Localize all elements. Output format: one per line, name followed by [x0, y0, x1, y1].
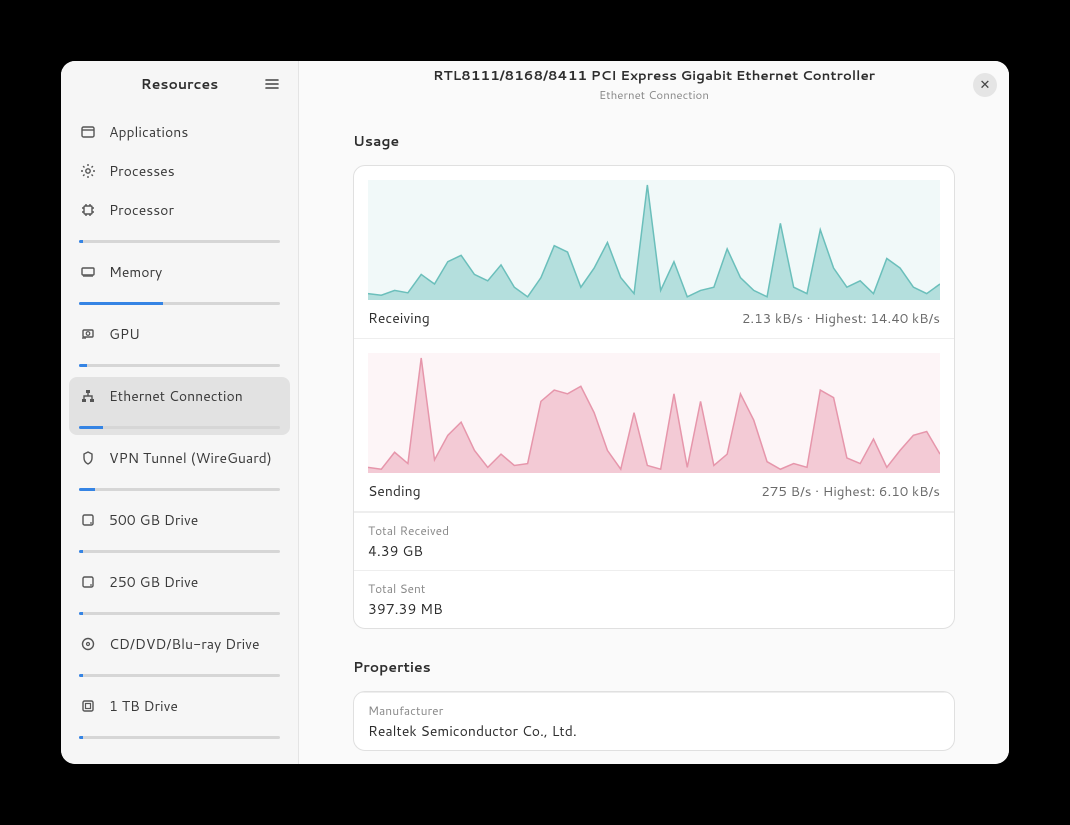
- memory-icon: [79, 263, 97, 281]
- sidebar-items: Applications Processes Processor Memory GPU E…: [61, 107, 298, 755]
- usage-bar: [79, 550, 280, 553]
- properties-heading: Properties: [353, 657, 955, 677]
- usage-bar: [79, 364, 280, 367]
- main-content[interactable]: Usage Receiving 2.13 kB/s · Highest: 14.…: [299, 107, 1009, 764]
- sidebar-item-label: CD/DVD/Blu-ray Drive: [109, 634, 259, 654]
- vpn-icon: [79, 449, 97, 467]
- sidebar-item-applications[interactable]: Applications: [69, 113, 290, 148]
- total-sent-value: 397.39 MB: [368, 599, 940, 619]
- disc-icon: [79, 635, 97, 653]
- sidebar-item-cd-dvd-blu-ray-drive[interactable]: CD/DVD/Blu-ray Drive: [69, 625, 290, 683]
- sending-chart: [368, 353, 940, 473]
- total-sent-label: Total Sent: [368, 580, 940, 597]
- total-received-row: Total Received 4.39 GB: [354, 512, 954, 570]
- main-header: RTL8111/8168/8411 PCI Express Gigabit Et…: [299, 61, 1009, 107]
- total-received-label: Total Received: [368, 522, 940, 539]
- sidebar-item-250-gb-drive[interactable]: 250 GB Drive: [69, 563, 290, 621]
- receiving-stats: 2.13 kB/s · Highest: 14.40 kB/s: [742, 309, 940, 328]
- usage-bar: [79, 426, 280, 429]
- chip-icon: [79, 201, 97, 219]
- network-icon: [79, 387, 97, 405]
- sidebar-item-label: Processes: [109, 161, 175, 181]
- sending-block: Sending 275 B/s · Highest: 6.10 kB/s: [354, 339, 954, 512]
- sidebar-item-label: GPU: [109, 324, 140, 344]
- sidebar-item-label: 1 TB Drive: [109, 696, 178, 716]
- sidebar-item-processor[interactable]: Processor: [69, 191, 290, 249]
- manufacturer-value: Realtek Semiconductor Co., Ltd.: [368, 721, 940, 741]
- usage-bar: [79, 302, 280, 305]
- app-window: Resources Applications Processes Processor…: [61, 61, 1009, 764]
- sidebar-item-label: Ethernet Connection: [109, 386, 243, 406]
- receiving-block: Receiving 2.13 kB/s · Highest: 14.40 kB/…: [354, 166, 954, 339]
- usage-card: Receiving 2.13 kB/s · Highest: 14.40 kB/…: [353, 165, 955, 629]
- sidebar-item-label: Applications: [109, 122, 188, 142]
- total-sent-row: Total Sent 397.39 MB: [354, 570, 954, 628]
- sidebar-item-label: Memory: [109, 262, 162, 282]
- menu-button[interactable]: [258, 70, 286, 98]
- sidebar-item-500-gb-drive[interactable]: 500 GB Drive: [69, 501, 290, 559]
- sidebar-item-1-tb-drive[interactable]: 1 TB Drive: [69, 687, 290, 745]
- sidebar-item-memory[interactable]: Memory: [69, 253, 290, 311]
- window-icon: [79, 123, 97, 141]
- main: RTL8111/8168/8411 PCI Express Gigabit Et…: [299, 61, 1009, 764]
- sidebar-item-vpn-tunnel-wireguard-[interactable]: VPN Tunnel (WireGuard): [69, 439, 290, 497]
- manufacturer-label: Manufacturer: [368, 702, 940, 719]
- gpu-icon: [79, 325, 97, 343]
- close-button[interactable]: ✕: [973, 73, 997, 97]
- sidebar-item-label: 250 GB Drive: [109, 572, 198, 592]
- sending-stats: 275 B/s · Highest: 6.10 kB/s: [761, 482, 940, 501]
- usage-bar: [79, 736, 280, 739]
- page-subtitle: Ethernet Connection: [599, 86, 709, 103]
- gear-icon: [79, 162, 97, 180]
- sidebar-item-ethernet-connection[interactable]: Ethernet Connection: [69, 377, 290, 435]
- usage-bar: [79, 240, 280, 243]
- receiving-chart: [368, 180, 940, 300]
- drive-icon: [79, 573, 97, 591]
- receiving-label: Receiving: [368, 308, 430, 328]
- properties-card: Manufacturer Realtek Semiconductor Co., …: [353, 691, 955, 751]
- sidebar-item-label: 500 GB Drive: [109, 510, 198, 530]
- usage-bar: [79, 488, 280, 491]
- close-icon: ✕: [980, 76, 991, 94]
- hamburger-icon: [264, 76, 280, 92]
- drive-icon: [79, 511, 97, 529]
- sidebar: Resources Applications Processes Processor…: [61, 61, 299, 764]
- sidebar-title: Resources: [141, 74, 218, 94]
- usage-bar: [79, 612, 280, 615]
- drive-ext-icon: [79, 697, 97, 715]
- sidebar-item-label: Processor: [109, 200, 174, 220]
- sidebar-header: Resources: [61, 61, 298, 107]
- sending-label: Sending: [368, 481, 421, 501]
- usage-heading: Usage: [353, 131, 955, 151]
- page-title: RTL8111/8168/8411 PCI Express Gigabit Et…: [433, 66, 875, 85]
- sidebar-item-processes[interactable]: Processes: [69, 152, 290, 187]
- usage-bar: [79, 674, 280, 677]
- manufacturer-row: Manufacturer Realtek Semiconductor Co., …: [354, 692, 954, 750]
- sidebar-item-gpu[interactable]: GPU: [69, 315, 290, 373]
- sidebar-item-label: VPN Tunnel (WireGuard): [109, 448, 272, 468]
- total-received-value: 4.39 GB: [368, 541, 940, 561]
